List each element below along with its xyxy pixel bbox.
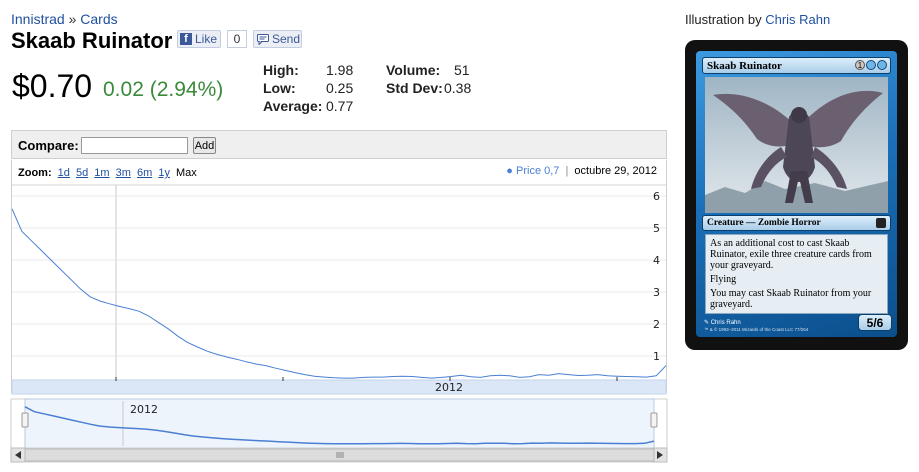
average-label: Average: [263,98,323,114]
send-icon [257,33,269,45]
illustration-prefix: Illustration by [685,12,762,27]
zoom-3m[interactable]: 3m [116,167,131,179]
zoom-5d[interactable]: 5d [76,167,88,179]
page-title: Skaab Ruinator [11,28,173,53]
card-frame: Skaab Ruinator 1 Creature — Zombie Horro… [696,51,897,337]
artist-link[interactable]: Chris Rahn [765,12,830,27]
average-value: 0.77 [326,98,354,114]
legend-date: octubre 29, 2012 [574,165,657,177]
high-label: High: [263,62,299,78]
like-label: Like [195,32,218,46]
paintbrush-icon: ✎ [704,320,710,326]
card-power-toughness: 5/6 [866,315,884,330]
scrollbar-grip-icon [336,452,344,458]
card-rule-text: As an additional cost to cast Skaab Ruin… [710,238,872,271]
scroll-left-arrow-icon [15,451,21,459]
volume-label: Volume: [386,62,441,78]
scroll-right-button[interactable] [652,447,668,463]
series-bullet-icon: ● [506,165,513,177]
scrollbar-track[interactable] [10,447,668,463]
high-value: 1.98 [326,62,354,78]
facebook-icon: f [180,33,192,45]
breadcrumb-set-link[interactable]: Innistrad [11,11,65,27]
card-pt-box: 5/6 [858,314,892,331]
card-type-line: Creature — Zombie Horror [707,218,821,228]
stddev-label: Std Dev: [386,80,443,96]
card-rule-text: You may cast Skaab Ruinator from your gr… [710,288,872,310]
breadcrumb-separator: » [68,11,77,27]
low-label: Low: [263,80,296,96]
add-button[interactable]: Add [193,137,216,154]
compare-label: Compare: [18,138,79,153]
legend-separator: | [565,165,569,177]
facebook-like-button[interactable]: f Like [177,30,221,48]
card-type-bar: Creature — Zombie Horror [702,215,891,231]
stddev-value: 0.38 [444,80,472,96]
card-art [705,77,888,213]
compare-input[interactable] [81,137,188,154]
current-price: $0.70 [12,68,93,104]
volume-value: 51 [454,62,470,78]
send-label: Send [272,32,301,46]
breadcrumb-section-link[interactable]: Cards [80,11,117,27]
card-artist-credit: ✎ Chris Rahn [704,319,741,326]
navigator-right-handle[interactable] [650,412,658,428]
compare-bar: Compare: Add [11,130,667,159]
illustration-credit: Illustration by Chris Rahn [685,12,830,27]
scrollbar-thumb[interactable] [24,448,655,462]
zoom-1y[interactable]: 1y [158,167,170,179]
blue-mana-icon [866,60,876,70]
price-change: 0.02 (2.94%) [103,78,224,101]
zoom-label: Zoom: [18,167,52,179]
card-artist-name: Chris Rahn [710,320,741,326]
like-count: 0 [227,30,247,48]
navigator-frame [10,398,668,449]
navigator-line [24,406,655,445]
navigator-year-label: 2012 [130,403,158,416]
zoom-controls: Zoom: 1d 5d 1m 3m 6m 1y Max [18,167,197,179]
zoom-max: Max [176,167,197,179]
zoom-1m[interactable]: 1m [94,167,109,179]
card-textbox: As an additional cost to cast Skaab Ruin… [705,234,888,314]
set-symbol-icon [876,218,886,228]
card-name-bar: Skaab Ruinator 1 [702,57,891,74]
zoom-6m[interactable]: 6m [137,167,152,179]
breadcrumb: Innistrad » Cards [11,11,118,27]
scroll-right-arrow-icon [657,451,663,459]
legend-series-label: Price 0,7 [516,165,560,177]
blue-mana-icon [877,60,887,70]
card-copyright: ™ & © 1993–2011 Wizards of the Coast LLC… [704,327,809,332]
price-chart: Zoom: 1d 5d 1m 3m 6m 1y Max ● Price 0,7 … [11,160,667,393]
navigator-left-handle[interactable] [21,412,29,428]
mana-cost: 1 [855,60,887,70]
card-rule-text: Flying [710,274,737,285]
zoom-1d[interactable]: 1d [58,167,70,179]
card-image: Skaab Ruinator 1 Creature — Zombie Horro… [685,40,908,350]
scroll-left-button[interactable] [10,447,26,463]
navigator-window[interactable] [24,398,655,449]
low-value: 0.25 [326,80,354,96]
send-button[interactable]: Send [253,30,302,48]
chart-legend: ● Price 0,7 | octubre 29, 2012 [506,165,657,177]
generic-mana-icon: 1 [855,60,865,70]
card-name: Skaab Ruinator [707,60,782,72]
